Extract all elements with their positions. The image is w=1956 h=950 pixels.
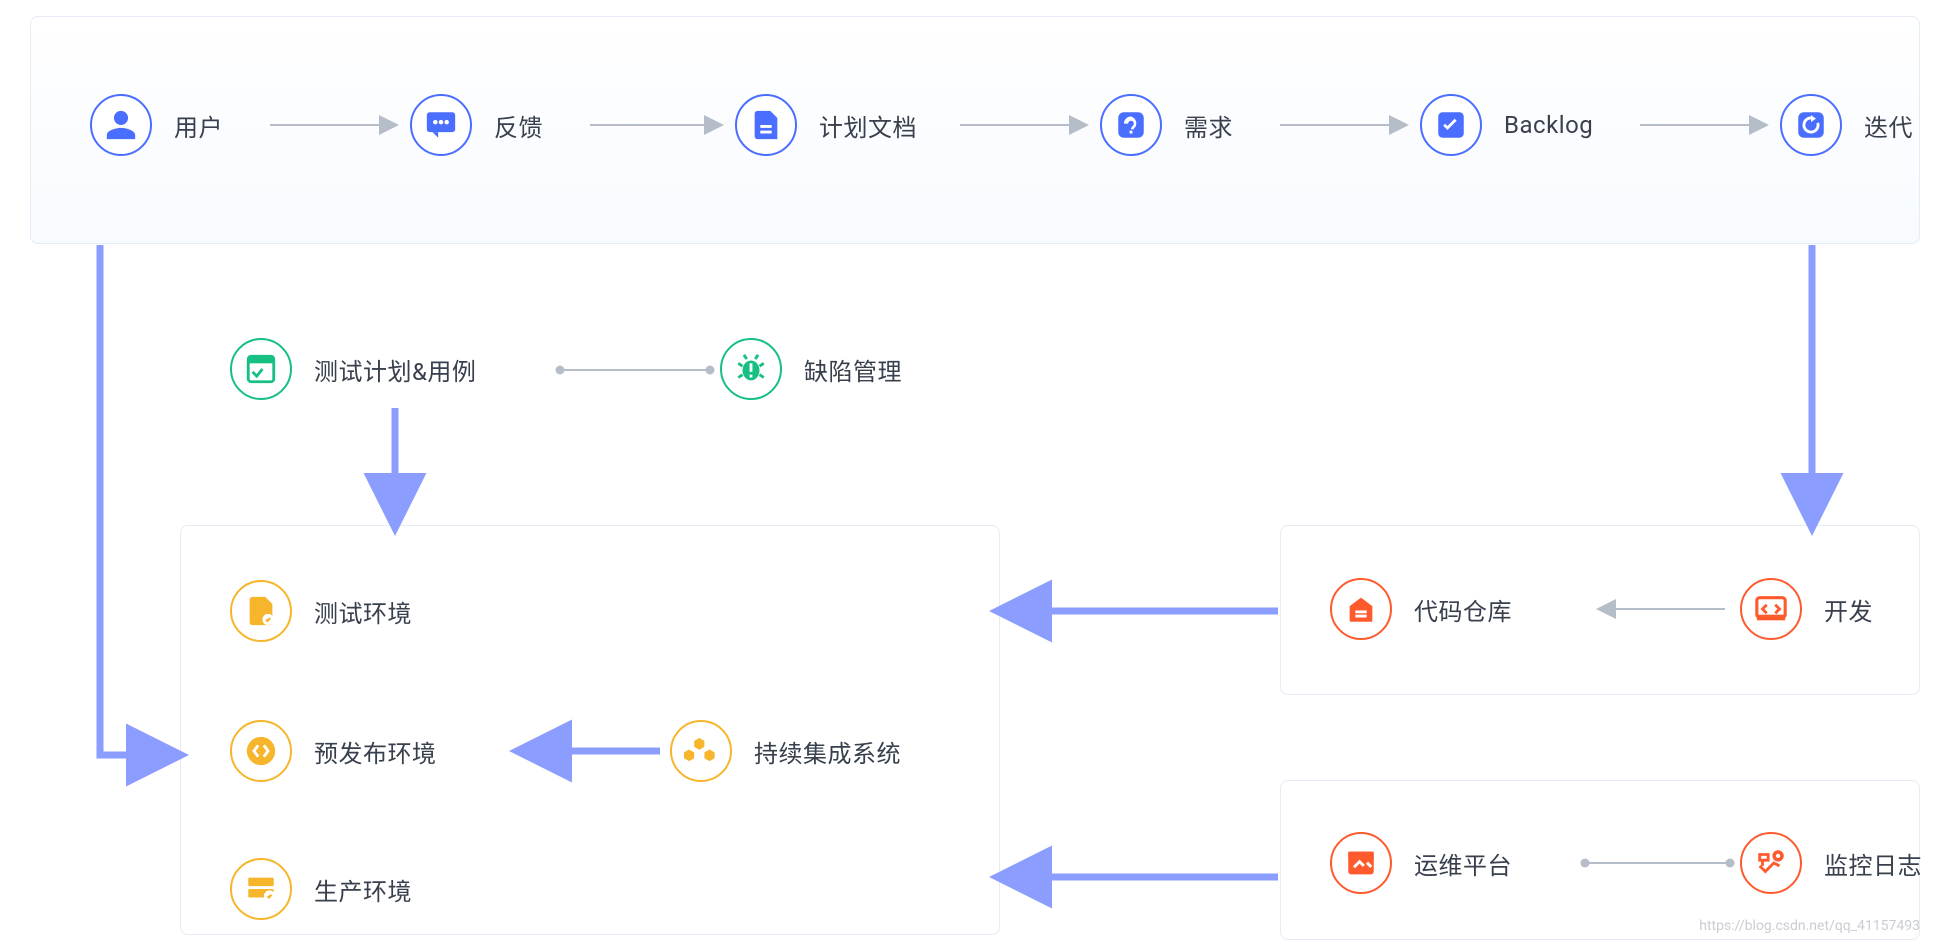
monitor-logs-icon [1740, 832, 1802, 894]
node-repository: 代码仓库 [1330, 578, 1512, 640]
node-defects-label: 缺陷管理 [804, 352, 902, 387]
node-backlog: Backlog [1420, 94, 1593, 156]
node-ci-system-label: 持续集成系统 [754, 734, 901, 769]
node-iteration-label: 迭代 [1864, 108, 1913, 143]
node-requirements-label: 需求 [1184, 108, 1233, 143]
node-production-label: 生产环境 [314, 872, 412, 907]
iteration-icon [1780, 94, 1842, 156]
node-backlog-label: Backlog [1504, 111, 1593, 139]
node-feedback-label: 反馈 [494, 108, 543, 143]
defects-icon [720, 338, 782, 400]
repository-icon [1330, 578, 1392, 640]
pre-release-icon [230, 720, 292, 782]
user-icon [90, 94, 152, 156]
node-ci-system: 持续集成系统 [670, 720, 901, 782]
node-ops-platform-label: 运维平台 [1414, 846, 1512, 881]
test-plan-icon [230, 338, 292, 400]
node-test-env-label: 测试环境 [314, 594, 412, 629]
node-test-plan-label: 测试计划&用例 [314, 352, 476, 387]
node-production: 生产环境 [230, 858, 412, 920]
node-pre-release-label: 预发布环境 [314, 734, 437, 769]
requirements-icon [1100, 94, 1162, 156]
node-test-env: 测试环境 [230, 580, 412, 642]
diagram-canvas: 用户 反馈 计划文档 需求 Backlog 迭代 测试计划 [0, 0, 1956, 950]
planning-stage-group [30, 16, 1920, 244]
node-test-plan-cases: 测试计划&用例 [230, 338, 476, 400]
node-defects: 缺陷管理 [720, 338, 902, 400]
development-icon [1740, 578, 1802, 640]
node-user: 用户 [90, 94, 223, 156]
watermark-text: https://blog.csdn.net/qq_41157493 [1699, 918, 1920, 934]
node-monitor-logs-label: 监控日志 [1824, 846, 1922, 881]
test-env-icon [230, 580, 292, 642]
node-user-label: 用户 [174, 108, 223, 143]
node-development: 开发 [1740, 578, 1873, 640]
node-iteration: 迭代 [1780, 94, 1913, 156]
node-development-label: 开发 [1824, 592, 1873, 627]
node-plan-doc: 计划文档 [735, 94, 917, 156]
node-plan-doc-label: 计划文档 [819, 108, 917, 143]
node-pre-release: 预发布环境 [230, 720, 437, 782]
ci-system-icon [670, 720, 732, 782]
node-feedback: 反馈 [410, 94, 543, 156]
plan-doc-icon [735, 94, 797, 156]
node-requirements: 需求 [1100, 94, 1233, 156]
production-icon [230, 858, 292, 920]
ops-platform-icon [1330, 832, 1392, 894]
node-ops-platform: 运维平台 [1330, 832, 1512, 894]
feedback-icon [410, 94, 472, 156]
backlog-icon [1420, 94, 1482, 156]
node-repository-label: 代码仓库 [1414, 592, 1512, 627]
node-monitor-logs: 监控日志 [1740, 832, 1922, 894]
